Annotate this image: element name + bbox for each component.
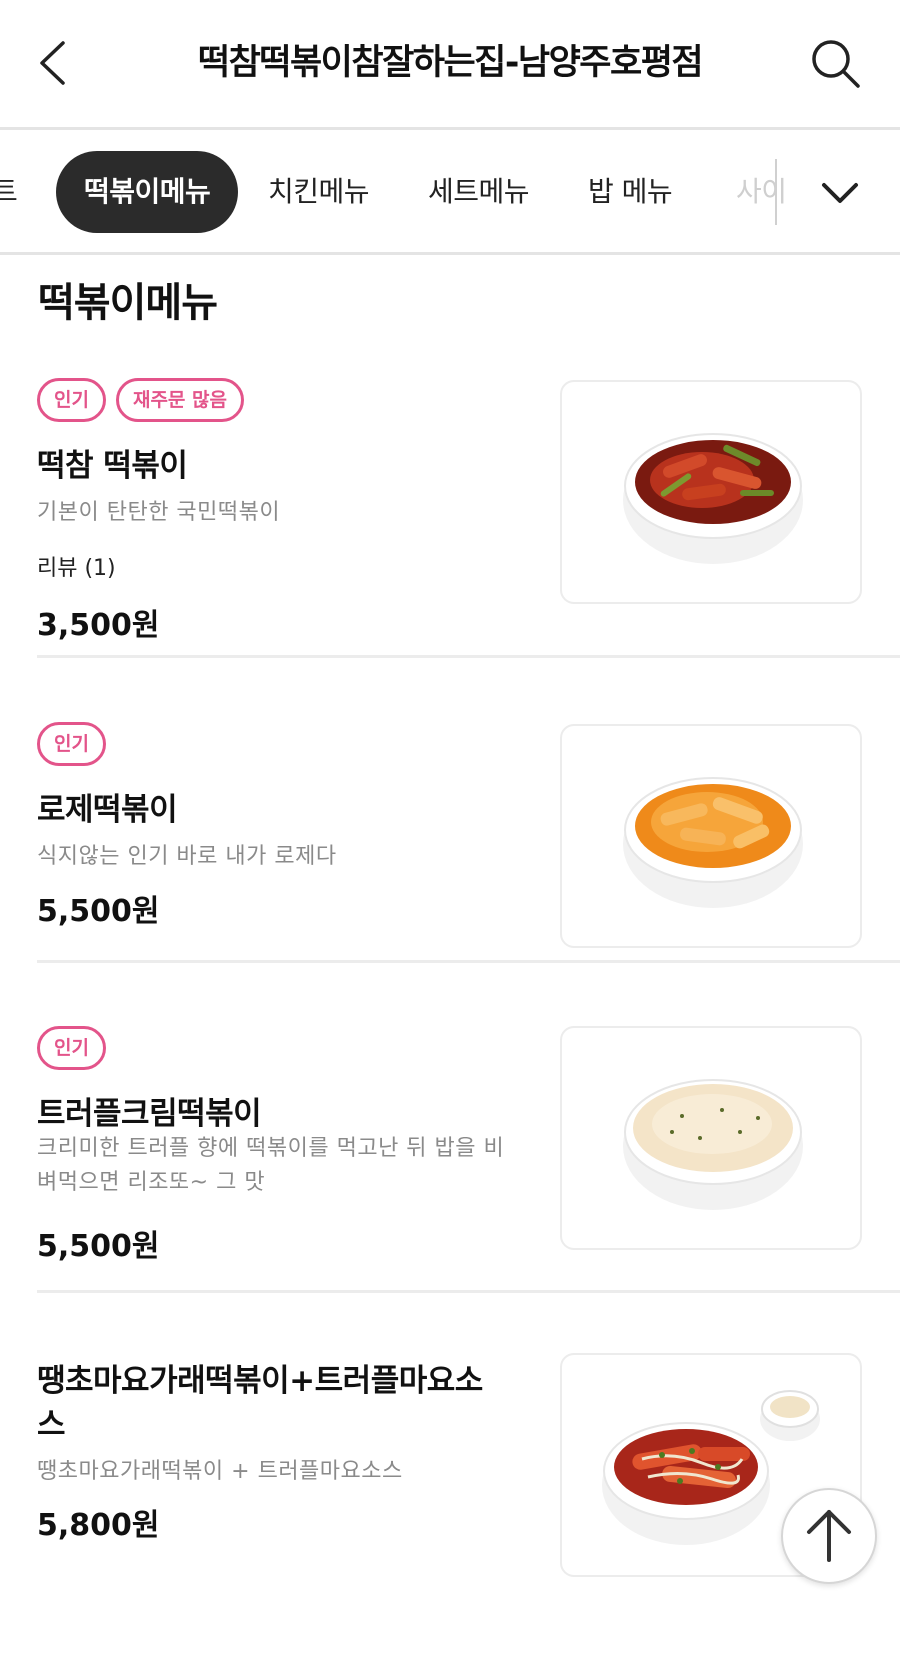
truffle-cream-tteokbokki-bowl-image: [623, 1079, 803, 1210]
item-description: 식지않는 인기 바로 내가 로제다: [37, 844, 337, 869]
tab-tteokbokki-menu[interactable]: 떡볶이메뉴: [56, 151, 239, 233]
item-description: 땡초마요가래떡볶이 + 트러플마요소스: [37, 1459, 403, 1484]
page-title: 떡참떡볶이참잘하는집-남양주호평점: [197, 43, 704, 83]
tab-set-menu[interactable]: 세트메뉴: [428, 151, 530, 233]
item-name-continued: 스: [37, 1407, 66, 1443]
item-description: 크리미한 트러플 향에 떡볶이를 먹고난 뒤 밥을 비벼먹으면 리조또~ 그 맛: [37, 1136, 505, 1195]
search-icon: [812, 40, 860, 88]
item-price: 5,500원: [37, 1229, 160, 1264]
badge-group: 인기: [37, 722, 106, 766]
item-name: 로제떡볶이: [37, 792, 178, 828]
item-price: 5,500원: [37, 894, 160, 929]
item-divider: [37, 960, 900, 963]
item-photo[interactable]: [560, 724, 862, 948]
tab-side-partial[interactable]: 사이: [736, 151, 787, 233]
tabs-expand-button[interactable]: [810, 163, 870, 223]
back-button[interactable]: [30, 38, 80, 88]
badge-group: 인기: [37, 1026, 106, 1070]
item-photo[interactable]: [560, 1026, 862, 1250]
reorder-badge: 재주문 많음: [115, 378, 244, 422]
tab-rice-menu[interactable]: 밥 메뉴: [588, 151, 673, 233]
scroll-to-top-button[interactable]: [781, 1488, 877, 1584]
popular-badge: 인기: [37, 722, 106, 766]
chevron-down-icon: [822, 183, 858, 203]
item-review-count[interactable]: 리뷰 (1): [37, 550, 116, 582]
item-name: 트러플크림떡볶이: [37, 1096, 262, 1132]
item-description: 기본이 탄탄한 국민떡볶이: [37, 500, 281, 525]
item-photo[interactable]: [560, 380, 862, 604]
chevron-left-icon: [40, 41, 65, 85]
search-button[interactable]: [810, 38, 862, 90]
tab-chicken-menu[interactable]: 치킨메뉴: [268, 151, 370, 233]
popular-badge: 인기: [37, 378, 106, 422]
item-divider: [37, 655, 900, 658]
rose-tteokbokki-bowl-image: [623, 777, 803, 908]
badge-group: 인기 재주문 많음: [37, 378, 244, 422]
popular-badge: 인기: [37, 1026, 106, 1070]
tteokbokki-bowl-image: [623, 433, 803, 564]
tab-set-partial[interactable]: 트: [0, 151, 18, 233]
tabs-divider: [775, 159, 777, 225]
item-name: 떡참 떡볶이: [37, 448, 188, 484]
item-price: 5,800원: [37, 1508, 160, 1543]
top-app-bar: 떡참떡볶이참잘하는집-남양주호평점: [0, 0, 900, 130]
item-name: 땡초마요가래떡볶이+트러플마요소: [37, 1363, 483, 1399]
arrow-up-icon: [807, 1510, 851, 1562]
section-title: 떡볶이메뉴: [38, 280, 218, 326]
item-divider: [37, 1290, 900, 1293]
item-price: 3,500원: [37, 608, 160, 643]
category-tabs: 트 떡볶이메뉴 치킨메뉴 세트메뉴 밥 메뉴 사이: [0, 133, 900, 255]
